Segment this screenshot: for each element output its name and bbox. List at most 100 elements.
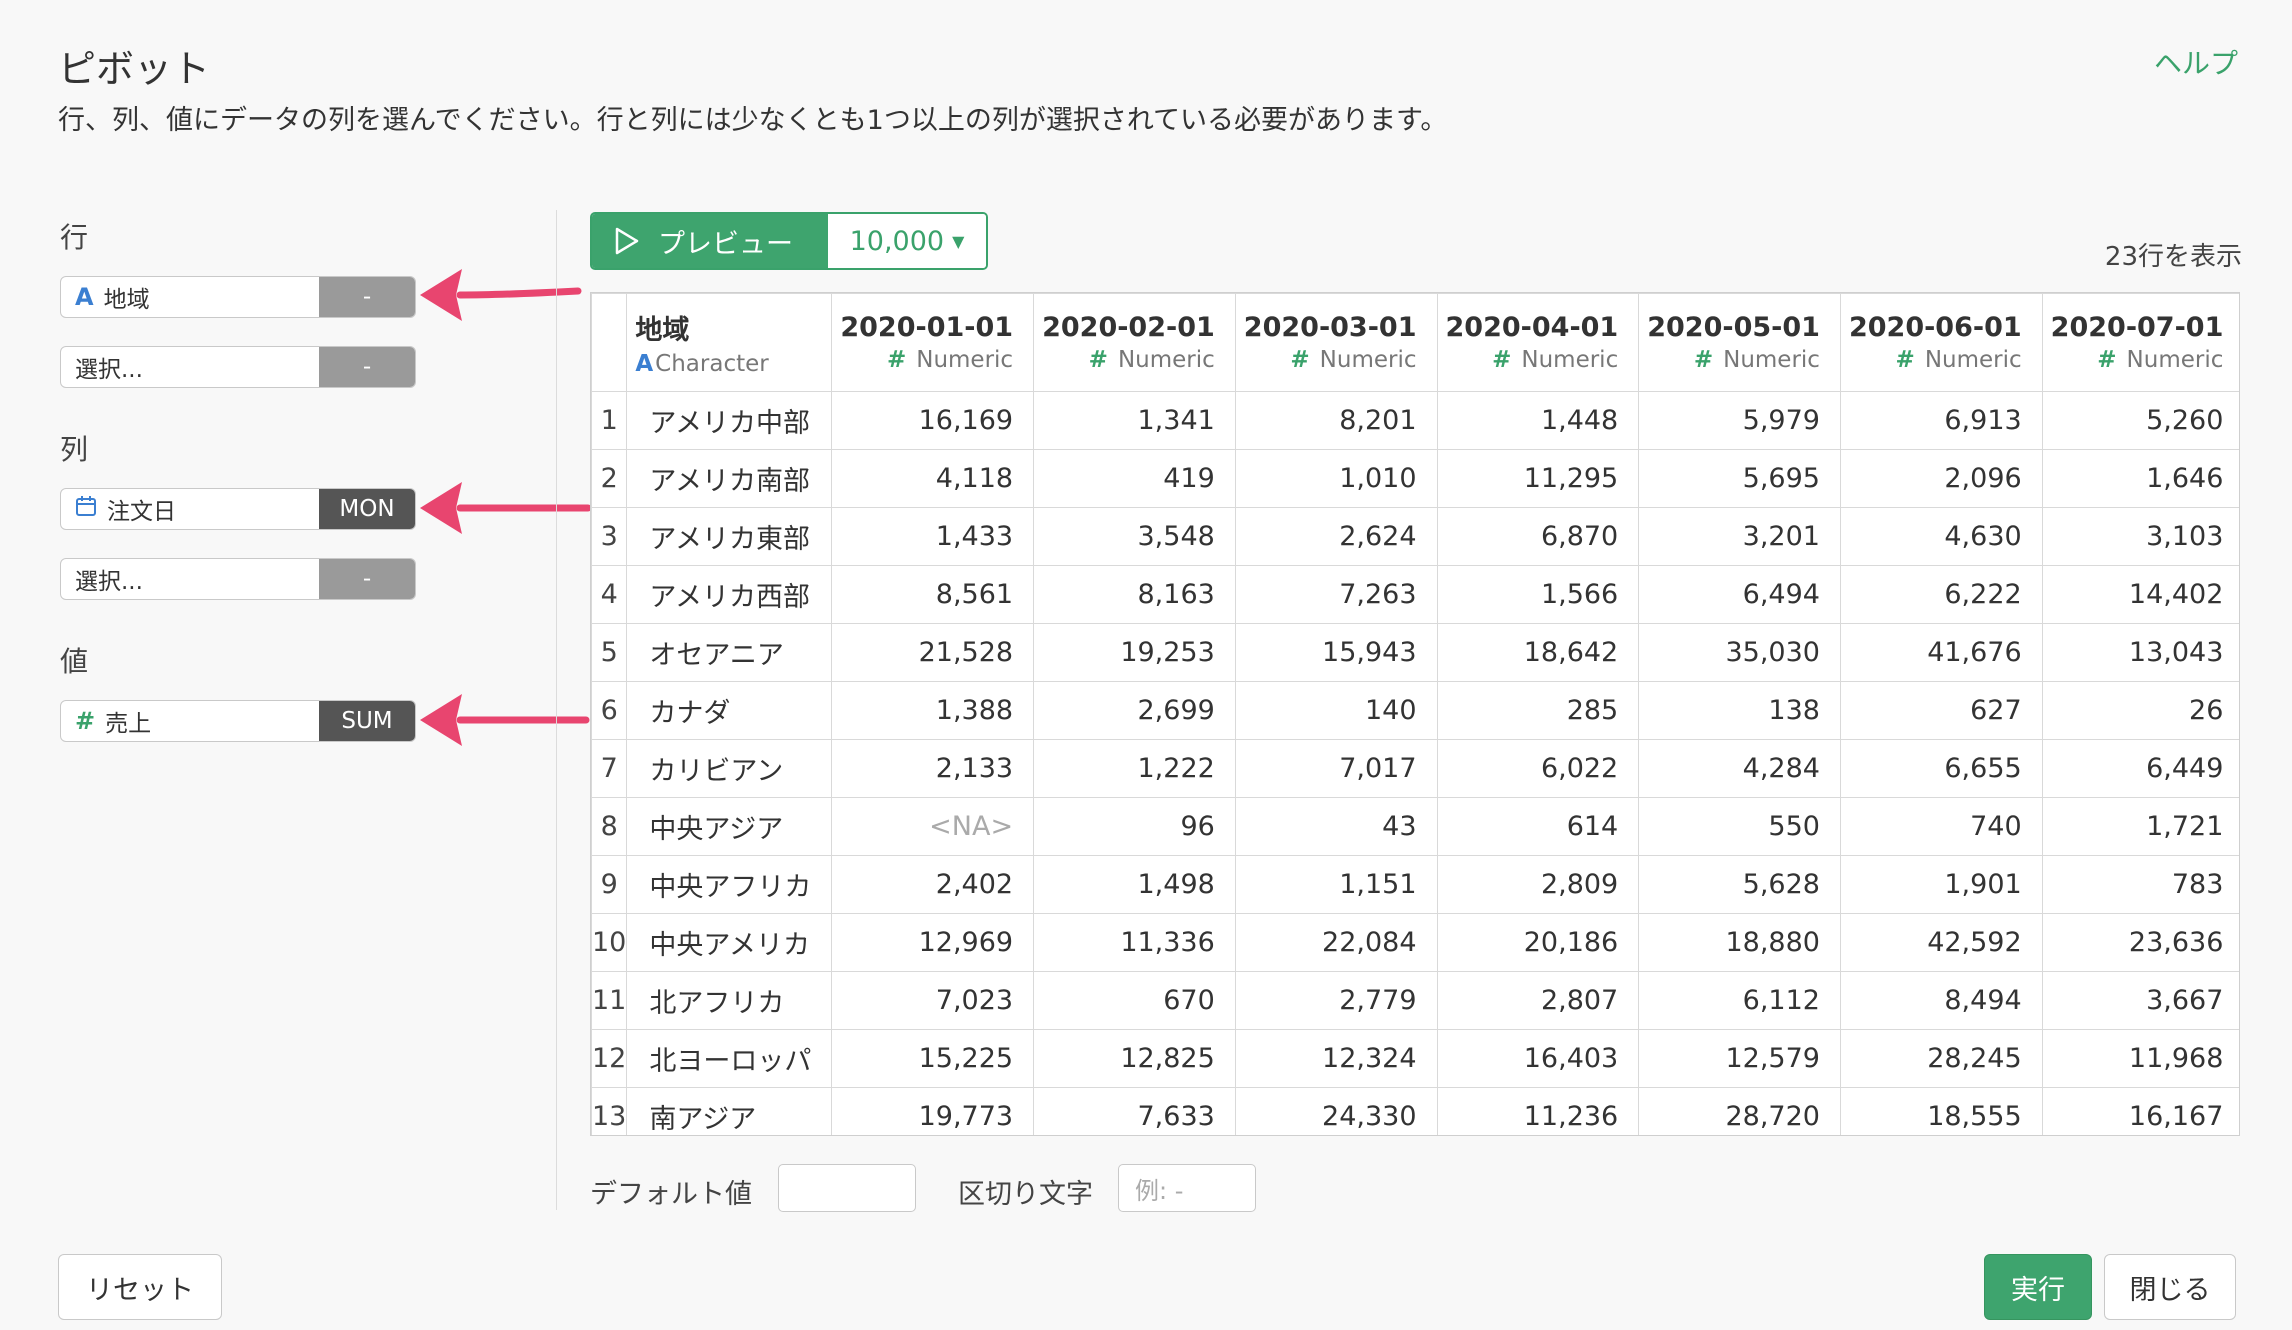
column-header[interactable]: 2020-01-01 # Numeric: [831, 293, 1035, 392]
region-cell: アメリカ南部: [626, 449, 833, 508]
column-header[interactable]: 地域 ACharacter: [626, 293, 833, 392]
value-cell: 6,112: [1638, 971, 1841, 1030]
value-cell: 6,913: [1839, 391, 2043, 450]
column-field-select[interactable]: 注文日 MON: [60, 488, 416, 530]
value-cell: 6,870: [1436, 507, 1640, 566]
column-field-placeholder: 選択...: [75, 569, 143, 595]
column-header[interactable]: 2020-03-01 # Numeric: [1234, 293, 1438, 392]
table-body: 1 アメリカ中部 16,169 1,341 8,201 1,448 5,979 6,913 5,…: [591, 391, 2239, 1135]
column-header-name: 2020-04-01: [1445, 312, 1619, 343]
value-cell: 18,642: [1436, 623, 1640, 682]
column-header[interactable]: 2020-02-01 # Numeric: [1033, 293, 1236, 392]
value-cell: 1,433: [831, 507, 1035, 566]
value-cell: 419: [1033, 449, 1236, 508]
value-cell: 28,720: [1638, 1087, 1841, 1135]
numeric-type-icon: #: [2097, 347, 2117, 373]
value-cell: 2,096: [1839, 449, 2043, 508]
annotation-arrow-column: [420, 482, 592, 534]
value-cell: 5,260: [2041, 391, 2239, 450]
row-field-empty-agg[interactable]: -: [319, 347, 415, 387]
pivot-preview-table: 地域 ACharacter 2020-01-01 # Numeric 2020-02-01…: [590, 292, 2240, 1136]
value-cell: 2,402: [831, 855, 1035, 914]
value-cell: 1,341: [1033, 391, 1236, 450]
value-cell: 285: [1436, 681, 1640, 740]
value-cell: 7,633: [1033, 1087, 1236, 1135]
column-header-type: # Numeric: [1042, 347, 1215, 373]
help-link[interactable]: ヘルプ: [2154, 42, 2238, 82]
value-cell: 18,880: [1638, 913, 1841, 972]
value-cell: 5,695: [1638, 449, 1841, 508]
separator-input[interactable]: 例: -: [1118, 1164, 1256, 1212]
value-cell: 5,628: [1638, 855, 1841, 914]
row-index-cell: 4: [591, 565, 628, 624]
column-field-name: 注文日: [107, 499, 176, 525]
value-field-select[interactable]: # 売上 SUM: [60, 700, 416, 742]
value-cell: 16,167: [2041, 1087, 2239, 1135]
value-cell: 1,388: [831, 681, 1035, 740]
value-cell: 11,336: [1033, 913, 1236, 972]
row-index-cell: 9: [591, 855, 628, 914]
value-cell: 42,592: [1839, 913, 2043, 972]
preview-rows-select[interactable]: 10,000 ▼: [828, 214, 986, 268]
value-cell: 2,133: [831, 739, 1035, 798]
close-button[interactable]: 閉じる: [2104, 1254, 2236, 1320]
value-cell: 6,494: [1638, 565, 1841, 624]
row-field-select[interactable]: A 地域 -: [60, 276, 416, 318]
value-cell: 12,324: [1234, 1029, 1438, 1088]
value-cell: 627: [1839, 681, 2043, 740]
numeric-type-icon: #: [1693, 347, 1714, 373]
preview-button[interactable]: プレビュー: [592, 214, 828, 268]
value-cell: 1,151: [1234, 855, 1438, 914]
value-field-name: 売上: [105, 711, 152, 737]
default-value-input[interactable]: [778, 1164, 916, 1212]
row-field-empty-select[interactable]: 選択... -: [60, 346, 416, 388]
column-field-empty-agg[interactable]: -: [319, 559, 415, 599]
column-type-label: Numeric: [1924, 347, 2022, 373]
value-cell: 7,263: [1234, 565, 1438, 624]
table-row: 2 アメリカ南部 4,118 419 1,010 11,295 5,695 2,096 1,64…: [591, 449, 2239, 508]
value-cell: 96: [1033, 797, 1236, 856]
value-cell: 4,284: [1638, 739, 1841, 798]
region-cell: アメリカ中部: [626, 391, 833, 450]
column-header[interactable]: 2020-05-01 # Numeric: [1638, 293, 1841, 392]
value-cell: 1,448: [1436, 391, 1640, 450]
row-index-cell: 2: [591, 449, 628, 508]
value-cell: 1,498: [1033, 855, 1236, 914]
value-cell: 1,721: [2041, 797, 2239, 856]
reset-button[interactable]: リセット: [58, 1254, 222, 1320]
column-header[interactable]: 2020-04-01 # Numeric: [1436, 293, 1640, 392]
value-cell: 6,655: [1839, 739, 2043, 798]
column-header[interactable]: 2020-06-01 # Numeric: [1839, 293, 2043, 392]
value-cell: 18,555: [1839, 1087, 2043, 1135]
run-button[interactable]: 実行: [1984, 1254, 2092, 1320]
table-header-row: 地域 ACharacter 2020-01-01 # Numeric 2020-02-01…: [591, 293, 2239, 392]
separator-label: 区切り文字: [958, 1179, 1093, 1210]
row-index-cell: 12: [591, 1029, 628, 1088]
value-cell: 140: [1234, 681, 1438, 740]
value-cell: 1,566: [1436, 565, 1640, 624]
table-row: 12 北ヨーロッパ 15,225 12,825 12,324 16,403 12,579 28…: [591, 1029, 2239, 1088]
calendar-icon: [75, 495, 97, 523]
numeric-type-icon: #: [1492, 347, 1512, 373]
row-field-placeholder: 選択...: [75, 357, 143, 383]
value-cell: 12,969: [831, 913, 1035, 972]
region-cell: オセアニア: [626, 623, 833, 682]
preview-label: プレビュー: [658, 228, 793, 260]
rows-label: 行: [60, 221, 89, 254]
value-cell: 783: [2041, 855, 2239, 914]
column-field-empty-select[interactable]: 選択... -: [60, 558, 416, 600]
value-cell: 8,494: [1839, 971, 2043, 1030]
table-row: 6 カナダ 1,388 2,699 140 285 138 627 26: [591, 681, 2239, 740]
value-cell: 14,402: [2041, 565, 2239, 624]
value-cell: <NA>: [831, 797, 1035, 856]
value-cell: 23,636: [2041, 913, 2239, 972]
value-cell: 3,667: [2041, 971, 2239, 1030]
column-type-label: Numeric: [1319, 347, 1417, 373]
columns-label: 列: [60, 433, 89, 466]
column-header-type: ACharacter: [635, 351, 811, 377]
column-type-label: Numeric: [2126, 347, 2224, 373]
table-row: 9 中央アフリカ 2,402 1,498 1,151 2,809 5,628 1,901 783: [591, 855, 2239, 914]
value-cell: 12,579: [1638, 1029, 1841, 1088]
column-header[interactable]: 2020-07-01 # Numeric: [2041, 293, 2239, 392]
row-count-text: 23行を表示: [2104, 242, 2242, 272]
